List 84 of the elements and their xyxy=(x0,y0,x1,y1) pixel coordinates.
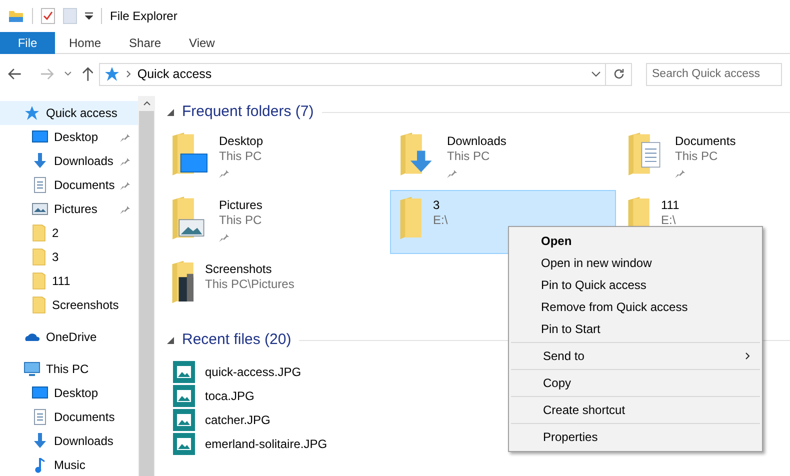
folder-icon[interactable] xyxy=(8,8,24,24)
image-file-icon xyxy=(173,433,195,455)
folder-icon xyxy=(32,296,46,314)
folder-tile[interactable]: Desktop This PC xyxy=(162,126,388,190)
image-file-icon xyxy=(173,361,195,383)
folder-tile[interactable]: Downloads This PC xyxy=(390,126,616,190)
image-file-icon xyxy=(173,385,195,407)
back-arrow-icon[interactable] xyxy=(8,68,22,80)
address-bar[interactable]: Quick access xyxy=(99,62,606,86)
refresh-icon xyxy=(612,68,625,80)
down-arrow-icon xyxy=(32,153,48,169)
sidebar-item[interactable]: This PC xyxy=(0,357,138,381)
pin-icon xyxy=(675,168,685,178)
file-name[interactable]: toca.JPG xyxy=(205,387,254,405)
sidebar-item[interactable]: Desktop xyxy=(0,125,138,149)
sidebar-item[interactable]: Desktop xyxy=(0,381,138,405)
scrollbar-thumb[interactable] xyxy=(139,111,154,476)
section-title[interactable]: Frequent folders (7) xyxy=(182,100,314,124)
sidebar-item[interactable]: Music xyxy=(0,453,138,476)
folder-icon xyxy=(32,224,46,242)
monitor-icon xyxy=(32,385,48,401)
document-icon xyxy=(32,177,48,193)
image-file-icon xyxy=(173,409,195,431)
dropdown-icon[interactable] xyxy=(85,12,93,20)
sidebar-item[interactable]: 111 xyxy=(0,269,138,293)
down-arrow-icon xyxy=(32,433,48,449)
file-name[interactable]: quick-access.JPG xyxy=(205,363,302,381)
sidebar-item[interactable]: 2 xyxy=(0,221,138,245)
folder-icon xyxy=(32,248,46,266)
menu-item[interactable]: Properties xyxy=(511,426,760,448)
window-title: File Explorer xyxy=(110,8,178,25)
up-arrow-icon[interactable] xyxy=(82,67,94,81)
breadcrumb-chevron-icon[interactable] xyxy=(126,70,132,78)
sidebar-item[interactable]: Downloads xyxy=(0,149,138,173)
search-field[interactable]: Search Quick access xyxy=(646,62,782,86)
chevron-down-icon[interactable] xyxy=(64,71,72,77)
sidebar-item[interactable]: Documents xyxy=(0,405,138,429)
menu-item[interactable]: Pin to Quick access xyxy=(509,274,762,296)
pin-icon xyxy=(120,204,130,214)
sidebar-item[interactable]: Downloads xyxy=(0,429,138,453)
ribbon-tab[interactable]: View xyxy=(175,32,229,54)
section-title[interactable]: Recent files (20) xyxy=(182,328,292,352)
menu-item[interactable]: Create shortcut xyxy=(511,399,760,421)
folder-tile[interactable]: Documents This PC xyxy=(618,126,790,190)
file-name[interactable]: catcher.JPG xyxy=(205,411,270,429)
file-name[interactable]: emerland-solitaire.JPG xyxy=(205,435,328,453)
menu-item[interactable]: Send to xyxy=(511,345,760,367)
sidebar-item[interactable]: 3 xyxy=(0,245,138,269)
scrollbar[interactable] xyxy=(138,96,155,476)
pin-icon xyxy=(447,168,457,178)
checklist-icon[interactable] xyxy=(41,8,55,24)
submenu-chevron-icon xyxy=(745,352,750,360)
sidebar-item[interactable]: Quick access xyxy=(0,101,138,125)
sidebar-item[interactable]: Documents xyxy=(0,173,138,197)
menu-item[interactable]: Open in new window xyxy=(509,252,762,274)
menu-item[interactable]: Pin to Start xyxy=(509,318,762,340)
document-icon xyxy=(32,409,48,425)
pin-icon xyxy=(219,168,229,178)
scroll-up-icon[interactable] xyxy=(142,101,150,106)
refresh-button[interactable] xyxy=(606,62,632,86)
chevron-down-icon[interactable] xyxy=(591,71,602,77)
folder-tile[interactable]: Screenshots This PC\Pictures xyxy=(162,254,388,318)
menu-item[interactable]: Copy xyxy=(511,372,760,394)
sidebar-item[interactable]: OneDrive xyxy=(0,325,138,349)
menu-item[interactable]: Remove from Quick access xyxy=(509,296,762,318)
sidebar-item[interactable]: Screenshots xyxy=(0,293,138,317)
computer-icon xyxy=(24,361,40,377)
star-icon xyxy=(24,105,40,121)
pin-icon xyxy=(120,156,130,166)
music-note-icon xyxy=(32,457,48,473)
monitor-icon xyxy=(32,129,48,145)
collapse-triangle-icon[interactable] xyxy=(167,336,174,344)
pin-icon xyxy=(219,232,229,242)
picture-icon xyxy=(32,201,48,217)
ribbon-tab[interactable]: File xyxy=(0,32,55,54)
pin-icon xyxy=(120,132,130,142)
collapse-triangle-icon[interactable] xyxy=(167,108,174,116)
folder-icon xyxy=(32,272,46,290)
sidebar-item[interactable]: Pictures xyxy=(0,197,138,221)
ribbon-tab[interactable]: Share xyxy=(115,32,176,54)
ribbon-tab[interactable]: Home xyxy=(55,32,116,54)
star-icon xyxy=(104,66,120,82)
folder-tile[interactable]: Pictures This PC xyxy=(162,190,388,254)
pin-icon xyxy=(120,180,130,190)
